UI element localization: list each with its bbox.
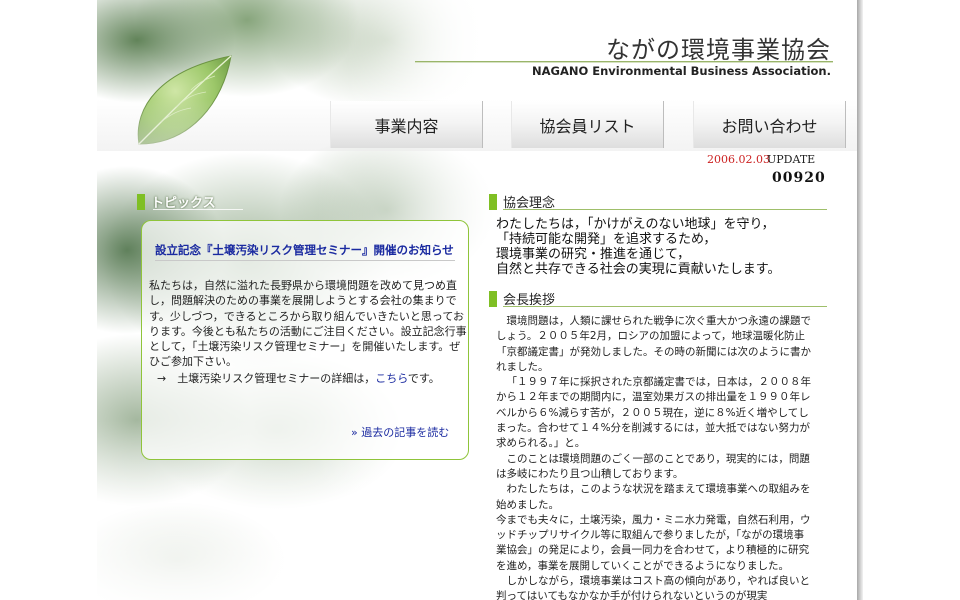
section-marker-icon <box>137 193 145 210</box>
greeting-paragraph: 環境問題は，人類に課せられた戦争に次ぐ重大かつ永遠の課題でしょう。２００５年2月… <box>496 315 811 373</box>
seminar-detail-line: → 土壌汚染リスク管理セミナーの詳細は，こちらです。 <box>157 370 440 386</box>
nav-business-button[interactable]: 事業内容 <box>330 101 483 148</box>
nav-contact-button[interactable]: お問い合わせ <box>693 101 846 148</box>
visit-counter: 00920 <box>772 170 826 186</box>
topics-heading-rule <box>153 209 243 210</box>
philosophy-line: わたしたちは，「かけがえのない地球」を守り， <box>496 217 775 232</box>
greeting-paragraph: このことは環境問題のごく一部のことであり，現実的には，問題は多岐にわたり且つ山積… <box>496 452 810 480</box>
philosophy-text: わたしたちは，「かけがえのない地球」を守り， 「持続可能な開発」を追求するため，… <box>496 217 836 277</box>
greeting-text: 環境問題は，人類に課せられた戦争に次ぐ重大かつ永遠の課題でしょう。２００５年2月… <box>496 314 813 600</box>
topics-divider <box>155 260 455 261</box>
page: ながの環境事業協会 NAGANO Environmental Business … <box>97 0 857 600</box>
title-rule-shadow <box>415 62 833 63</box>
philosophy-line: 環境事業の研究・推進を通じて， <box>496 247 691 262</box>
section-marker-icon <box>489 290 497 307</box>
greeting-paragraph: 今までも夫々に，土壌汚染，風力・ミニ水力発電，自然石利用，ウッドチップリサイクル… <box>496 513 811 572</box>
greeting-paragraph: 「１９９７年に採択された京都議定書では，日本は，２００８年から１２年までの期間内… <box>496 376 811 450</box>
page-shadow <box>857 0 863 600</box>
philosophy-line: 「持続可能な開発」を追求するため， <box>496 232 717 247</box>
philosophy-heading-rule <box>503 209 827 210</box>
browser-viewport: ながの環境事業協会 NAGANO Environmental Business … <box>0 0 960 600</box>
greeting-paragraph: しかしながら，環境事業はコスト高の傾向があり，やれば良いと判ってはいてもなかなか… <box>496 575 810 600</box>
site-subtitle: NAGANO Environmental Business Associatio… <box>531 64 831 78</box>
update-date: 2006.02.03 <box>707 153 770 166</box>
seminar-detail-prefix: → 土壌汚染リスク管理セミナーの詳細は， <box>157 372 376 385</box>
seminar-detail-suffix: です。 <box>407 372 440 385</box>
update-label: UPDATE <box>767 153 816 166</box>
greeting-heading-rule <box>503 306 827 307</box>
philosophy-line: 自然と共存できる社会の実現に貢献いたします。 <box>496 262 781 277</box>
topics-body-text: 私たちは，自然に溢れた長野県から環境問題を改めて見つめ直し，問題解決のための事業… <box>149 279 467 369</box>
greeting-paragraph: わたしたちは，このような状況を踏まえて環境事業への取組みを始めました。 <box>496 483 811 511</box>
seminar-detail-link[interactable]: こちら <box>375 372 408 385</box>
nav-member-list-button[interactable]: 協会員リスト <box>511 101 664 148</box>
site-title: ながの環境事業協会 <box>606 36 831 64</box>
past-articles-link[interactable]: » 過去の記事を読む <box>351 424 449 440</box>
section-marker-icon <box>489 193 497 210</box>
seminar-announcement-link[interactable]: 設立記念『土壌汚染リスク管理セミナー』開催のお知らせ <box>155 242 454 258</box>
